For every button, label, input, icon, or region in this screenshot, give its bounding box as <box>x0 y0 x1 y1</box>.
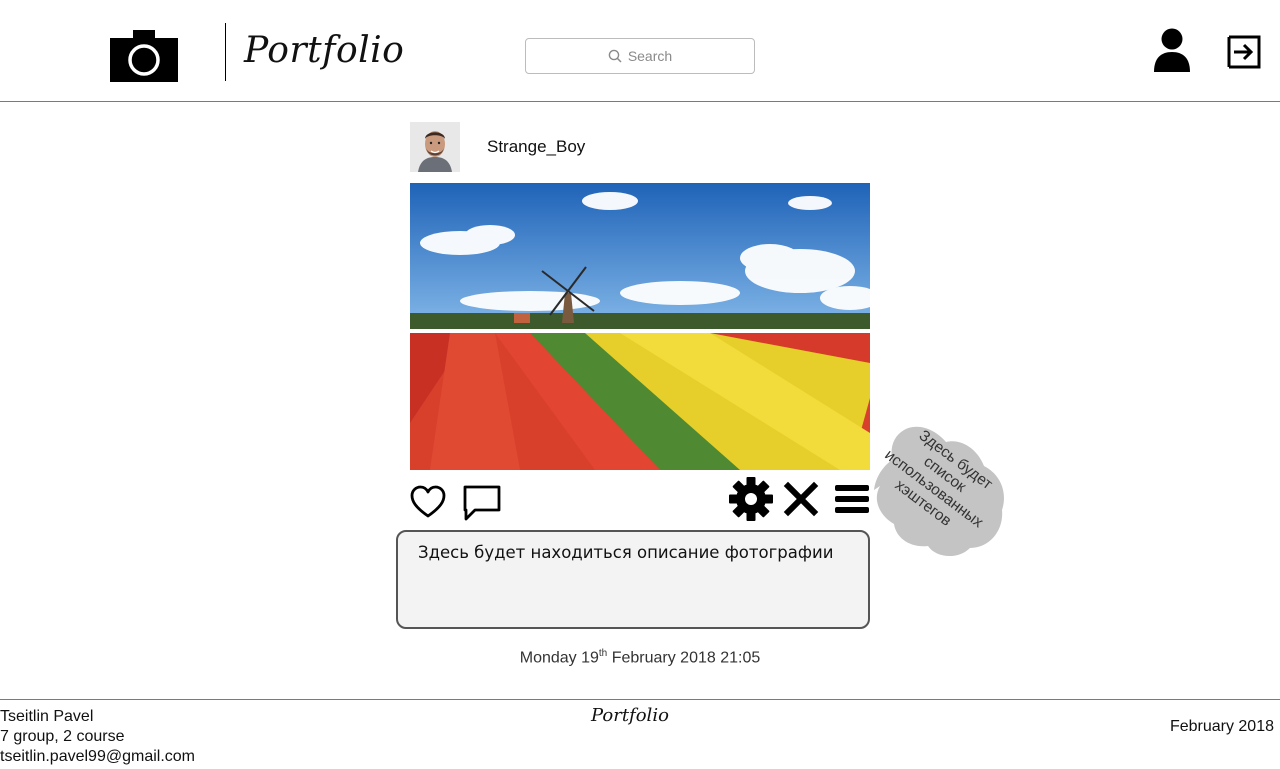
comment-icon[interactable] <box>463 485 501 521</box>
author-name: Tseitlin Pavel <box>0 708 94 725</box>
photo-tulip-field-windmill <box>410 183 870 470</box>
footer: Tseitlin Pavel 7 group, 2 course tseitli… <box>0 699 1280 769</box>
search-placeholder: Search <box>627 48 673 64</box>
footer-logo: Portfolio <box>591 705 669 726</box>
search-input[interactable]: Search <box>525 38 755 74</box>
footer-author: Tseitlin Pavel 7 group, 2 course tseitli… <box>0 707 195 767</box>
search-icon <box>608 49 622 63</box>
post-date: Monday 19th February 2018 21:05 <box>0 648 1280 667</box>
avatar[interactable] <box>410 122 460 172</box>
avatar-image <box>410 122 460 172</box>
header: Portfolio Search <box>0 0 1280 102</box>
date-rest: February 2018 21:05 <box>607 649 761 667</box>
date-suffix: th <box>598 648 608 659</box>
logout-icon[interactable] <box>1226 34 1262 70</box>
author-email[interactable]: tseitlin.pavel99@gmail.com <box>0 747 195 767</box>
user-icon[interactable] <box>1152 28 1192 72</box>
logo-divider <box>225 23 226 81</box>
date-day: Monday 19 <box>519 649 599 667</box>
photo-description: Здесь будет находиться описание фотограф… <box>396 530 870 629</box>
gear-icon[interactable] <box>729 477 773 521</box>
heart-icon[interactable] <box>410 485 446 519</box>
logo-title[interactable]: Portfolio <box>244 30 404 71</box>
footer-date: February 2018 <box>1169 718 1274 735</box>
author-group: 7 group, 2 course <box>0 728 125 745</box>
post-username[interactable]: Strange_Boy <box>487 137 585 157</box>
close-icon[interactable] <box>783 481 819 517</box>
post-photo[interactable] <box>410 183 870 470</box>
camera-icon[interactable] <box>110 30 178 82</box>
menu-icon[interactable] <box>834 483 870 515</box>
